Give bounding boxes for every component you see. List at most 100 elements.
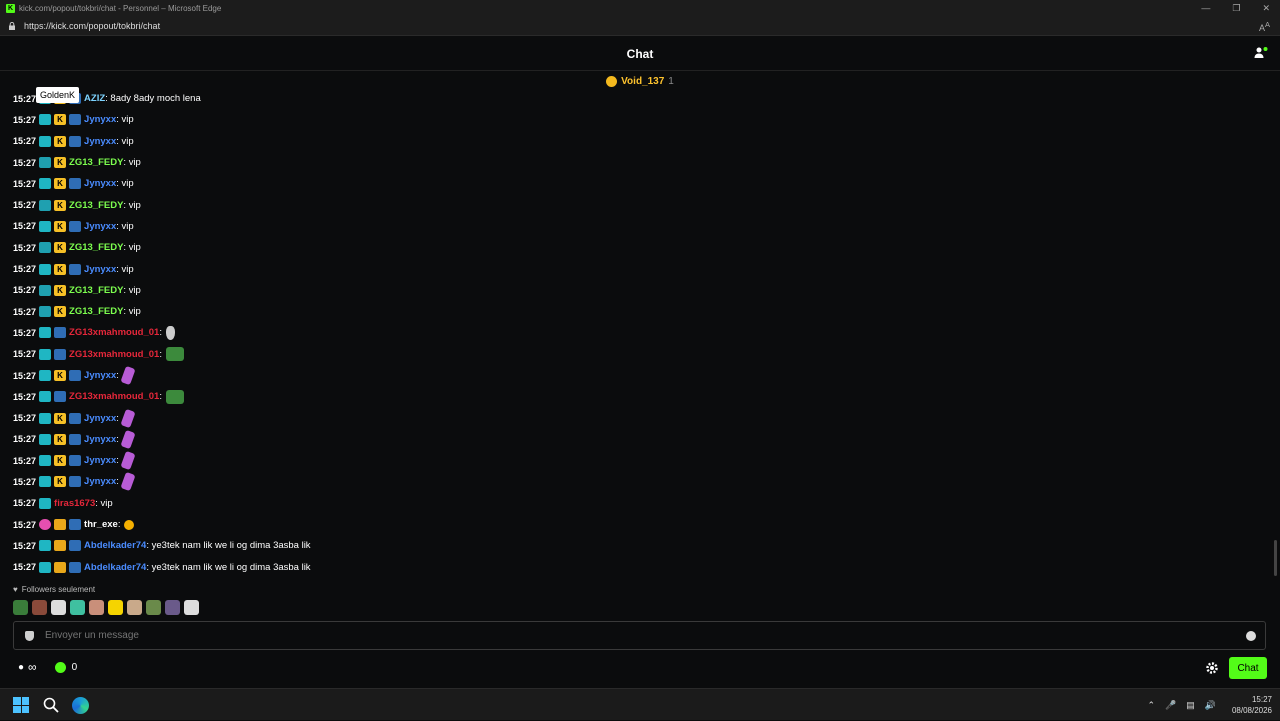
gear-icon[interactable] [1205, 661, 1219, 675]
crown-badge-icon[interactable] [54, 540, 67, 552]
purple-emote-icon[interactable] [120, 429, 136, 450]
message-username[interactable]: Jynyxx [84, 434, 116, 445]
purple-emote-icon[interactable] [120, 365, 136, 386]
send-chat-button[interactable]: Chat [1229, 657, 1267, 679]
sub-badge-icon[interactable] [39, 327, 52, 339]
sub-badge-icon[interactable] [39, 370, 52, 381]
quick-emote-icon[interactable] [32, 600, 47, 615]
verified-badge-icon[interactable] [69, 476, 82, 488]
quick-emote-icon[interactable] [51, 600, 66, 615]
message-username[interactable]: ZG13xmahmoud_01 [69, 391, 159, 402]
verified-badge-icon[interactable] [69, 433, 82, 445]
sub-badge-icon[interactable] [39, 561, 52, 573]
k-badge-icon[interactable]: K [54, 220, 67, 232]
k-badge-icon[interactable]: K [54, 135, 67, 147]
sub-badge-icon[interactable] [39, 412, 52, 424]
kick-points-icon[interactable] [54, 661, 66, 673]
message-username[interactable]: ZG13_FEDY [69, 285, 123, 296]
verified-badge-icon[interactable] [69, 412, 82, 424]
k-badge-icon[interactable]: K [54, 114, 67, 126]
green-emote-icon[interactable] [165, 347, 184, 362]
sub-badge-icon[interactable] [39, 476, 52, 488]
quick-emote-icon[interactable] [13, 600, 28, 615]
volume-icon[interactable]: 🔊 [1205, 700, 1216, 711]
message-username[interactable]: Abdelkader74 [84, 540, 146, 551]
verified-badge-icon[interactable] [69, 263, 82, 275]
yellow-emote-icon[interactable] [124, 519, 135, 530]
verified-badge-icon[interactable] [54, 327, 67, 339]
message-username[interactable]: thr_exe [84, 519, 118, 530]
quick-emote-icon[interactable] [165, 600, 180, 615]
verified-badge-icon[interactable] [69, 220, 82, 232]
message-username[interactable]: Abdelkader74 [84, 562, 146, 573]
quick-emote-icon[interactable] [184, 600, 199, 615]
verified-badge-icon[interactable] [69, 540, 82, 552]
sub-badge-icon[interactable] [39, 114, 52, 126]
verified-badge-icon[interactable] [69, 370, 82, 381]
message-username[interactable]: ZG13_FEDY [69, 200, 123, 211]
microphone-icon[interactable]: 🎤 [1165, 700, 1176, 711]
message-username[interactable]: ZG13xmahmoud_01 [69, 327, 159, 338]
pink-badge-icon[interactable] [39, 519, 52, 531]
crown-badge-icon[interactable] [54, 561, 67, 573]
sub2-badge-icon[interactable] [39, 242, 52, 254]
message-username[interactable]: Jynyxx [84, 178, 116, 189]
sub2-badge-icon[interactable] [39, 199, 52, 211]
verified-badge-icon[interactable] [69, 519, 82, 531]
quick-emote-icon[interactable] [108, 600, 123, 615]
message-username[interactable]: ZG13_FEDY [69, 242, 123, 253]
verified-badge-icon[interactable] [54, 348, 67, 360]
crown-badge-icon[interactable] [54, 519, 67, 531]
quick-emote-icon[interactable] [146, 600, 161, 615]
mic-emote-icon[interactable] [165, 325, 175, 340]
message-username[interactable]: Jynyxx [84, 264, 116, 275]
message-username[interactable]: ZG13xmahmoud_01 [69, 349, 159, 360]
sub2-badge-icon[interactable] [39, 284, 52, 296]
k-badge-icon[interactable]: K [54, 412, 67, 424]
k-badge-icon[interactable]: K [54, 263, 67, 275]
sub-badge-icon[interactable] [39, 455, 52, 467]
quick-emote-icon[interactable] [89, 600, 104, 615]
quick-emote-icon[interactable] [70, 600, 85, 615]
message-username[interactable]: firas1673 [54, 498, 95, 509]
sub-badge-icon[interactable] [39, 497, 52, 509]
sub-badge-icon[interactable] [39, 178, 52, 190]
sub2-badge-icon[interactable] [39, 306, 52, 318]
message-username[interactable]: Jynyxx [84, 370, 116, 381]
quick-emote-icon[interactable] [127, 600, 142, 615]
purple-emote-icon[interactable] [120, 408, 136, 428]
emoji-icon[interactable] [1246, 631, 1256, 641]
url-text[interactable]: https://kick.com/popout/tokbri/chat [24, 21, 160, 31]
k-badge-icon[interactable]: K [54, 284, 67, 296]
address-bar[interactable]: https://kick.com/popout/tokbri/chat AA [0, 16, 1280, 36]
sub-badge-icon[interactable] [39, 433, 52, 445]
close-icon[interactable]: ✕ [1262, 3, 1270, 14]
message-username[interactable]: Jynyxx [84, 455, 116, 466]
k-badge-icon[interactable]: K [54, 476, 67, 488]
k-badge-icon[interactable]: K [54, 370, 67, 381]
k-badge-icon[interactable]: K [54, 455, 67, 467]
edge-browser-icon[interactable] [72, 697, 89, 714]
verified-badge-icon[interactable] [69, 135, 82, 147]
sub-badge-icon[interactable] [39, 348, 52, 360]
verified-badge-icon[interactable] [69, 561, 82, 573]
verified-badge-icon[interactable] [69, 178, 82, 190]
verified-badge-icon[interactable] [54, 391, 67, 403]
k-badge-icon[interactable]: K [54, 306, 67, 318]
message-username[interactable]: ZG13_FEDY [69, 157, 123, 168]
message-username[interactable]: Jynyxx [84, 136, 116, 147]
users-icon[interactable] [1254, 46, 1268, 60]
sub2-badge-icon[interactable] [39, 157, 52, 169]
purple-emote-icon[interactable] [120, 450, 136, 471]
start-menu-icon[interactable] [13, 697, 29, 713]
message-username[interactable]: Jynyxx [84, 413, 116, 424]
message-username[interactable]: Jynyxx [84, 114, 116, 125]
search-icon[interactable] [43, 697, 59, 713]
network-icon[interactable]: ▤ [1186, 700, 1195, 711]
k-badge-icon[interactable]: K [54, 433, 67, 445]
reader-mode-icon[interactable]: AA [1259, 20, 1270, 33]
sub-badge-icon[interactable] [39, 391, 52, 403]
green-emote-icon[interactable] [165, 389, 184, 404]
sub-badge-icon[interactable] [39, 540, 52, 552]
message-input-container[interactable] [13, 621, 1266, 650]
